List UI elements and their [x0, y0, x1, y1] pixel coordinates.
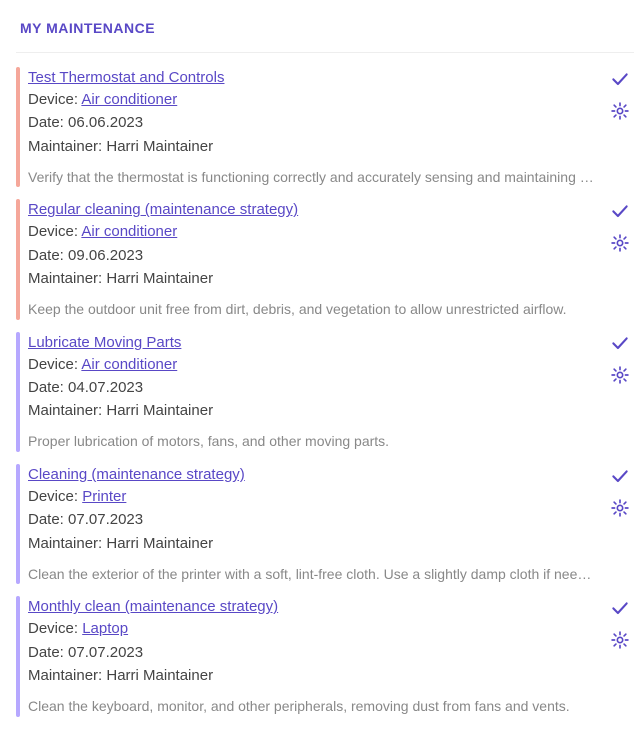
item-actions — [606, 596, 634, 716]
task-title-link[interactable]: Test Thermostat and Controls — [28, 69, 224, 86]
device-link[interactable]: Air conditioner — [81, 223, 177, 240]
device-link[interactable]: Air conditioner — [81, 356, 177, 373]
check-icon — [610, 333, 630, 356]
page-title: MY MAINTENANCE — [16, 20, 634, 36]
device-label: Device: — [28, 223, 81, 240]
gear-icon — [610, 101, 630, 124]
list-item: Cleaning (maintenance strategy) Device: … — [16, 464, 634, 584]
device-row: Device: Air conditioner — [28, 220, 594, 243]
status-stripe — [16, 596, 20, 716]
item-body: Test Thermostat and Controls Device: Air… — [28, 67, 598, 187]
item-actions — [606, 67, 634, 187]
description: Verify that the thermostat is functionin… — [28, 168, 594, 188]
complete-button[interactable] — [609, 69, 631, 91]
list-item: Regular cleaning (maintenance strategy) … — [16, 199, 634, 319]
date-value: 07.07.2023 — [68, 644, 143, 661]
date-label: Date: — [28, 644, 68, 661]
description: Clean the keyboard, monitor, and other p… — [28, 697, 594, 717]
date-row: Date: 07.07.2023 — [28, 641, 594, 664]
maintainer-value: Harri Maintainer — [106, 402, 213, 419]
maintainer-label: Maintainer: — [28, 402, 106, 419]
date-value: 04.07.2023 — [68, 379, 143, 396]
gear-icon — [610, 630, 630, 653]
date-value: 07.07.2023 — [68, 511, 143, 528]
date-row: Date: 07.07.2023 — [28, 508, 594, 531]
check-icon — [610, 466, 630, 489]
maintainer-label: Maintainer: — [28, 535, 106, 552]
date-row: Date: 09.06.2023 — [28, 244, 594, 267]
maintainer-value: Harri Maintainer — [106, 270, 213, 287]
status-stripe — [16, 332, 20, 452]
device-label: Device: — [28, 91, 81, 108]
date-label: Date: — [28, 379, 68, 396]
device-label: Device: — [28, 488, 82, 505]
list-item: Test Thermostat and Controls Device: Air… — [16, 67, 634, 187]
list-item: Monthly clean (maintenance strategy) Dev… — [16, 596, 634, 716]
device-row: Device: Air conditioner — [28, 88, 594, 111]
settings-button[interactable] — [609, 101, 631, 123]
settings-button[interactable] — [609, 366, 631, 388]
status-stripe — [16, 199, 20, 319]
maintainer-row: Maintainer: Harri Maintainer — [28, 399, 594, 422]
check-icon — [610, 69, 630, 92]
maintenance-list: Test Thermostat and Controls Device: Air… — [16, 67, 634, 717]
complete-button[interactable] — [609, 466, 631, 488]
maintainer-row: Maintainer: Harri Maintainer — [28, 267, 594, 290]
maintainer-value: Harri Maintainer — [106, 667, 213, 684]
check-icon — [610, 598, 630, 621]
device-row: Device: Laptop — [28, 617, 594, 640]
date-label: Date: — [28, 511, 68, 528]
maintainer-row: Maintainer: Harri Maintainer — [28, 135, 594, 158]
description: Proper lubrication of motors, fans, and … — [28, 432, 594, 452]
maintainer-row: Maintainer: Harri Maintainer — [28, 532, 594, 555]
task-title-link[interactable]: Monthly clean (maintenance strategy) — [28, 598, 278, 615]
date-label: Date: — [28, 114, 68, 131]
item-actions — [606, 332, 634, 452]
gear-icon — [610, 498, 630, 521]
item-actions — [606, 464, 634, 584]
date-row: Date: 06.06.2023 — [28, 111, 594, 134]
device-row: Device: Printer — [28, 485, 594, 508]
divider — [16, 52, 634, 53]
gear-icon — [610, 365, 630, 388]
check-icon — [610, 201, 630, 224]
item-body: Regular cleaning (maintenance strategy) … — [28, 199, 598, 319]
item-body: Lubricate Moving Parts Device: Air condi… — [28, 332, 598, 452]
settings-button[interactable] — [609, 233, 631, 255]
device-link[interactable]: Air conditioner — [81, 91, 177, 108]
task-title-link[interactable]: Regular cleaning (maintenance strategy) — [28, 201, 298, 218]
complete-button[interactable] — [609, 598, 631, 620]
complete-button[interactable] — [609, 334, 631, 356]
maintainer-value: Harri Maintainer — [106, 535, 213, 552]
maintainer-value: Harri Maintainer — [106, 138, 213, 155]
date-value: 09.06.2023 — [68, 247, 143, 264]
description: Keep the outdoor unit free from dirt, de… — [28, 300, 594, 320]
description: Clean the exterior of the printer with a… — [28, 565, 594, 585]
task-title-link[interactable]: Cleaning (maintenance strategy) — [28, 466, 245, 483]
settings-button[interactable] — [609, 498, 631, 520]
maintainer-label: Maintainer: — [28, 138, 106, 155]
date-row: Date: 04.07.2023 — [28, 376, 594, 399]
date-value: 06.06.2023 — [68, 114, 143, 131]
device-link[interactable]: Laptop — [82, 620, 128, 637]
status-stripe — [16, 67, 20, 187]
maintainer-label: Maintainer: — [28, 270, 106, 287]
settings-button[interactable] — [609, 630, 631, 652]
complete-button[interactable] — [609, 201, 631, 223]
maintainer-row: Maintainer: Harri Maintainer — [28, 664, 594, 687]
device-row: Device: Air conditioner — [28, 353, 594, 376]
item-body: Cleaning (maintenance strategy) Device: … — [28, 464, 598, 584]
date-label: Date: — [28, 247, 68, 264]
device-label: Device: — [28, 356, 81, 373]
status-stripe — [16, 464, 20, 584]
list-item: Lubricate Moving Parts Device: Air condi… — [16, 332, 634, 452]
device-link[interactable]: Printer — [82, 488, 126, 505]
maintainer-label: Maintainer: — [28, 667, 106, 684]
gear-icon — [610, 233, 630, 256]
item-actions — [606, 199, 634, 319]
device-label: Device: — [28, 620, 82, 637]
task-title-link[interactable]: Lubricate Moving Parts — [28, 334, 181, 351]
item-body: Monthly clean (maintenance strategy) Dev… — [28, 596, 598, 716]
